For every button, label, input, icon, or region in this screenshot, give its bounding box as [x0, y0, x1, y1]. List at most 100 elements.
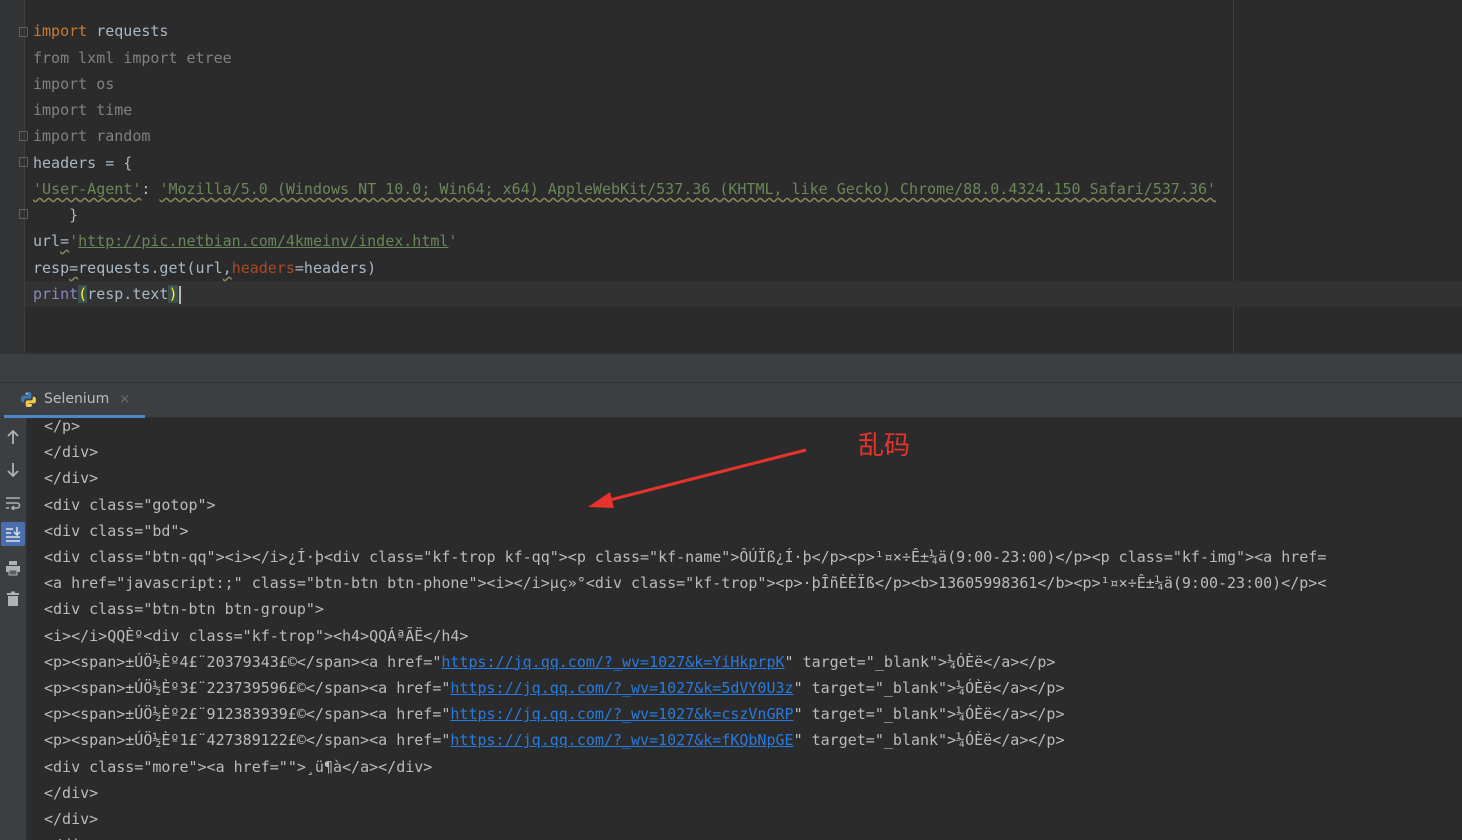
console-text: </div> [44, 836, 98, 840]
soft-wrap-icon[interactable] [1, 491, 25, 515]
code-line[interactable]: url='http://pic.netbian.com/4kmeinv/inde… [33, 228, 457, 254]
console-text: <a href="javascript:;" class="btn-btn bt… [44, 574, 1327, 593]
run-tab-selenium[interactable]: Selenium × [4, 383, 145, 418]
annotation-label: 乱码 [858, 431, 911, 461]
editor-gutter[interactable] [0, 0, 25, 353]
arrow-up-icon[interactable] [1, 425, 25, 449]
code-token: ( [78, 285, 88, 303]
console-text: " target="_blank">¼ÓÈë</a></p> [793, 731, 1065, 750]
console-link[interactable]: https://jq.qq.com/?_wv=1027&k=YiHkprpK [441, 653, 784, 671]
run-console[interactable]: </p> </div> </div> <div class="gotop"> <div … [0, 418, 1462, 840]
console-text: <div class="btn-btn btn-group"> [44, 600, 324, 619]
scroll-to-end-icon[interactable] [1, 522, 25, 546]
fold-marker-icon[interactable] [19, 157, 28, 167]
code-token: from lxml import etree [33, 49, 232, 67]
console-link[interactable]: https://jq.qq.com/?_wv=1027&k=cszVnGRP [450, 705, 793, 723]
code-token: import os [33, 75, 115, 93]
code-token: 'Mozilla/5.0 (Windows NT 10.0; Win64; x6… [159, 180, 1217, 198]
console-line: <a href="javascript:;" class="btn-btn bt… [44, 570, 1326, 596]
code-line[interactable]: from lxml import etree [33, 45, 232, 71]
code-token: ' [448, 232, 458, 250]
console-text: <div class="bd"> [44, 521, 189, 540]
console-line: </div> [44, 780, 98, 806]
console-line: <p><span>±ÚÖ½Èº4£¨20379343£©</span><a hr… [44, 649, 1055, 675]
code-token: = [60, 232, 70, 250]
console-text: </p> [44, 418, 81, 435]
panel-separator[interactable] [0, 353, 1462, 383]
code-editor[interactable]: import requests from lxml import etree imp… [0, 0, 1462, 353]
console-line: <p><span>±ÚÖ½Èº2£¨912383939£©</span><a h… [44, 701, 1065, 727]
console-text: <i></i>QQÈº<div class="kf-trop"><h4>QQÁª… [44, 626, 469, 645]
console-text: <p><span>±ÚÖ½Èº3£¨223739596£©</span><a h… [44, 679, 451, 697]
console-text: <p><span>±ÚÖ½Èº2£¨912383939£©</span><a h… [44, 705, 451, 724]
code-token: resp.text [87, 285, 169, 303]
console-text: <p><span>±ÚÖ½Èº1£¨427389122£©</span><a h… [44, 731, 451, 750]
code-line[interactable]: 'User-Agent': 'Mozilla/5.0 (Windows NT 1… [33, 176, 1216, 202]
code-token: http://pic.netbian.com/4kmeinv/index.htm… [78, 232, 449, 250]
run-tab-label: Selenium [44, 391, 110, 407]
console-line: </div> [44, 832, 98, 840]
code-token: print [33, 285, 79, 303]
code-token: : [141, 180, 160, 198]
code-line[interactable]: } [33, 202, 78, 228]
console-line: <div class="btn-btn btn-group"> [44, 596, 324, 622]
arrow-down-icon[interactable] [1, 458, 25, 482]
console-line: </div> [44, 806, 98, 832]
code-line[interactable]: import random [33, 123, 150, 149]
console-line: </p> [44, 418, 80, 439]
code-token: = [69, 259, 79, 277]
print-icon[interactable] [1, 556, 25, 580]
code-line[interactable]: import os [33, 71, 114, 97]
fold-marker-icon[interactable] [19, 209, 28, 219]
code-token: requests [87, 22, 169, 40]
code-line[interactable]: import time [33, 97, 132, 123]
code-line[interactable]: headers = { [33, 150, 132, 176]
console-line: <p><span>±ÚÖ½Èº3£¨223739596£©</span><a h… [44, 675, 1065, 701]
fold-marker-icon[interactable] [19, 131, 28, 141]
console-line: <i></i>QQÈº<div class="kf-trop"><h4>QQÁª… [44, 623, 468, 649]
code-line[interactable]: print(resp.text) [33, 281, 181, 307]
console-line: </div> [44, 465, 98, 491]
console-line: <div class="more"><a href="">¸ü¶à</a></d… [44, 754, 432, 780]
code-token: import random [33, 127, 151, 145]
console-text: </div> [44, 783, 99, 802]
code-token: =headers) [294, 259, 377, 277]
run-tool-window-header: Selenium × [0, 383, 1462, 418]
console-line: <div class="bd"> [44, 518, 189, 544]
console-text: <p><span>±ÚÖ½Èº4£¨20379343£©</span><a hr… [44, 652, 442, 671]
console-text: </div> [44, 810, 99, 828]
code-line[interactable]: resp=requests.get(url,headers=headers) [33, 255, 376, 281]
current-line-highlight [25, 281, 1462, 307]
console-link[interactable]: https://jq.qq.com/?_wv=1027&k=fKQbNpGE [450, 731, 793, 749]
console-text: <div class="gotop"> [44, 495, 216, 514]
python-icon [20, 391, 37, 408]
code-token: url [33, 232, 61, 250]
console-line: <div class="btn-qq"><i></i>¿Í·þ<div clas… [44, 544, 1326, 570]
fold-marker-icon[interactable] [19, 27, 28, 37]
code-token: ' [69, 232, 79, 250]
console-text: <div class="btn-qq"><i></i>¿Í·þ<div clas… [44, 548, 1327, 566]
code-token: resp [33, 259, 70, 277]
code-token: } [33, 206, 79, 224]
code-token: ) [168, 285, 178, 303]
console-toolbar [0, 418, 27, 840]
code-line[interactable]: import requests [33, 18, 168, 44]
console-text: " target="_blank">¼ÓÈë</a></p> [793, 679, 1065, 697]
console-text: </div> [44, 443, 99, 462]
code-token: headers [231, 259, 295, 277]
console-text: <div class="more"><a href="">¸ü¶à</a></d… [44, 757, 433, 776]
console-line: </div> [44, 439, 98, 465]
console-line: <p><span>±ÚÖ½Èº1£¨427389122£©</span><a h… [44, 727, 1065, 753]
console-text: " target="_blank">¼ÓÈë</a></p> [784, 652, 1056, 671]
trash-icon[interactable] [1, 587, 25, 611]
console-link[interactable]: https://jq.qq.com/?_wv=1027&k=5dVY0U3z [450, 679, 793, 697]
close-icon[interactable]: × [119, 392, 130, 407]
console-text: </div> [44, 469, 99, 488]
code-token: import [33, 22, 88, 40]
code-token: requests.get(url [78, 259, 223, 277]
code-token: import time [33, 101, 133, 119]
code-token: 'User-Agent' [33, 180, 142, 198]
console-text: " target="_blank">¼ÓÈë</a></p> [793, 705, 1065, 724]
text-caret [178, 285, 181, 304]
console-line: <div class="gotop"> [44, 492, 216, 518]
